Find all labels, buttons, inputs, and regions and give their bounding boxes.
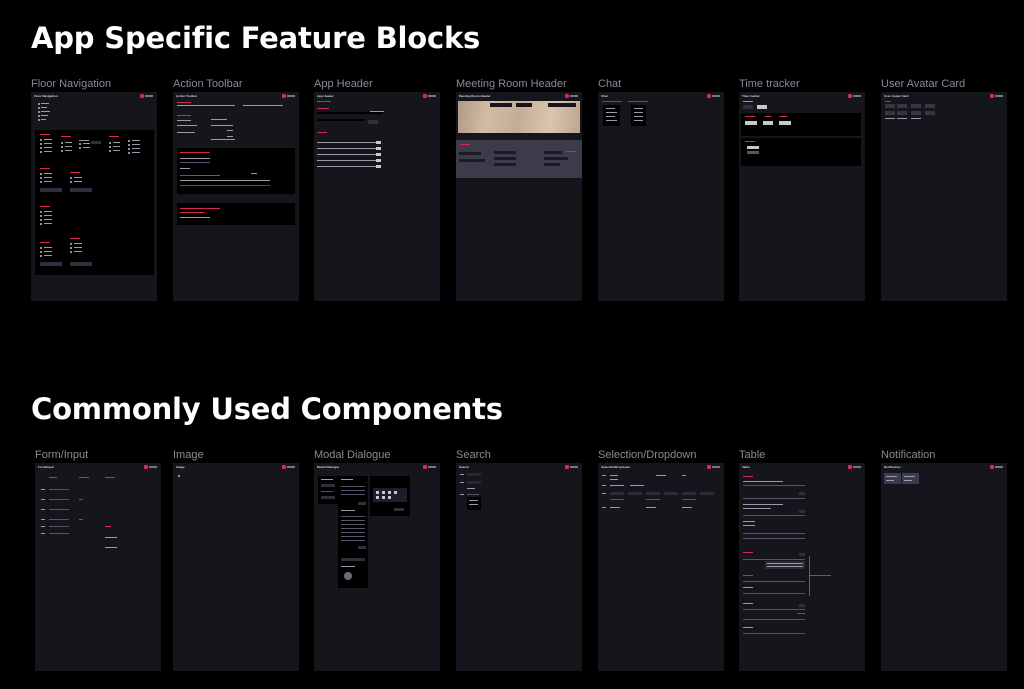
frame-label-notification[interactable]: Notification <box>881 449 935 461</box>
frame-label-selection-dropdown[interactable]: Selection/Dropdown <box>598 449 696 461</box>
frame-selection-dropdown[interactable]: Selection/Dropdown <box>598 463 724 671</box>
time-tracker-panel-2 <box>741 138 861 166</box>
frame-label-table[interactable]: Table <box>739 449 765 461</box>
brand-logo-icon <box>423 94 436 98</box>
frame-label-modal-dialogue[interactable]: Modal Dialogue <box>314 449 390 461</box>
frame-inner-title: Form/Input <box>38 465 54 469</box>
frame-inner-title: Table <box>742 465 750 469</box>
brand-logo-icon <box>140 94 153 98</box>
brand-logo-icon <box>565 465 578 469</box>
modal-grid <box>370 476 410 516</box>
frame-label-image[interactable]: Image <box>173 449 204 461</box>
section-title-common: Commonly Used Components <box>31 392 503 426</box>
frame-user-avatar-card[interactable]: User Avatar Card <box>881 92 1007 301</box>
frame-inner-title: Modal Dialogue <box>317 465 340 469</box>
brand-logo-icon <box>848 94 861 98</box>
frame-table[interactable]: Table <box>739 463 865 671</box>
search-dropdown <box>467 497 481 510</box>
frame-inner-title: Floor Navigation <box>34 94 58 98</box>
frame-label-floor-navigation[interactable]: Floor Navigation <box>31 78 111 90</box>
frame-inner-title: Image <box>176 465 185 469</box>
brand-logo-icon <box>848 465 861 469</box>
brand-logo-icon <box>990 465 1003 469</box>
frame-image[interactable]: Image <box>173 463 299 671</box>
notification-toast-2 <box>902 473 919 484</box>
frame-label-app-header[interactable]: App Header <box>314 78 373 90</box>
room-header-image <box>458 101 580 133</box>
brand-logo-icon <box>707 94 720 98</box>
frame-inner-title: Chat <box>601 94 608 98</box>
frame-form-input[interactable]: Form/Input <box>35 463 161 671</box>
floor-nav-panel <box>35 130 154 275</box>
frame-label-user-avatar-card[interactable]: User Avatar Card <box>881 78 965 90</box>
brand-logo-icon <box>990 94 1003 98</box>
chat-panel-2 <box>631 105 646 126</box>
brand-logo-icon <box>565 94 578 98</box>
frame-app-header[interactable]: App Header <box>314 92 440 301</box>
frame-floor-navigation[interactable]: Floor Navigation <box>31 92 157 301</box>
frame-label-action-toolbar[interactable]: Action Toolbar <box>173 78 243 90</box>
avatar-icon <box>344 572 352 580</box>
chat-panel <box>603 105 620 126</box>
action-toolbar-panel-2 <box>177 203 295 225</box>
modal-small <box>318 476 338 504</box>
brand-logo-icon <box>282 465 295 469</box>
frame-label-form-input[interactable]: Form/Input <box>35 449 88 461</box>
frame-chat[interactable]: Chat <box>598 92 724 301</box>
frame-search[interactable]: Search <box>456 463 582 671</box>
brand-logo-icon <box>282 94 295 98</box>
section-title-app-specific: App Specific Feature Blocks <box>31 21 481 55</box>
frame-inner-title: Search <box>459 465 470 469</box>
frame-notification[interactable]: Notification <box>881 463 1007 671</box>
room-header-variants <box>456 140 582 178</box>
action-toolbar-panel <box>177 148 295 194</box>
image-placeholder-icon <box>178 475 180 477</box>
frame-inner-title: Selection/Dropdown <box>601 465 631 469</box>
brand-logo-icon <box>707 465 720 469</box>
time-tracker-panel <box>741 113 861 136</box>
frame-modal-dialogue[interactable]: Modal Dialogue <box>314 463 440 671</box>
frame-inner-title: Meeting Room Header <box>459 94 491 98</box>
frame-label-meeting-room-header[interactable]: Meeting Room Header <box>456 78 567 90</box>
frame-action-toolbar[interactable]: Action Toolbar <box>173 92 299 301</box>
frame-label-time-tracker[interactable]: Time tracker <box>739 78 800 90</box>
frame-label-search[interactable]: Search <box>456 449 491 461</box>
brand-logo-icon <box>144 465 157 469</box>
frame-inner-title: Time tracker <box>742 94 760 98</box>
frame-inner-title: Notification <box>884 465 901 469</box>
frame-inner-title: Action Toolbar <box>176 94 197 98</box>
modal-large <box>338 476 368 588</box>
frame-inner-title: User Avatar Card <box>884 94 909 98</box>
frame-label-chat[interactable]: Chat <box>598 78 621 90</box>
brand-logo-icon <box>423 465 436 469</box>
notification-toast <box>884 473 901 484</box>
frame-time-tracker[interactable]: Time tracker <box>739 92 865 301</box>
frame-meeting-room-header[interactable]: Meeting Room Header <box>456 92 582 301</box>
frame-inner-title: App Header <box>317 94 334 98</box>
